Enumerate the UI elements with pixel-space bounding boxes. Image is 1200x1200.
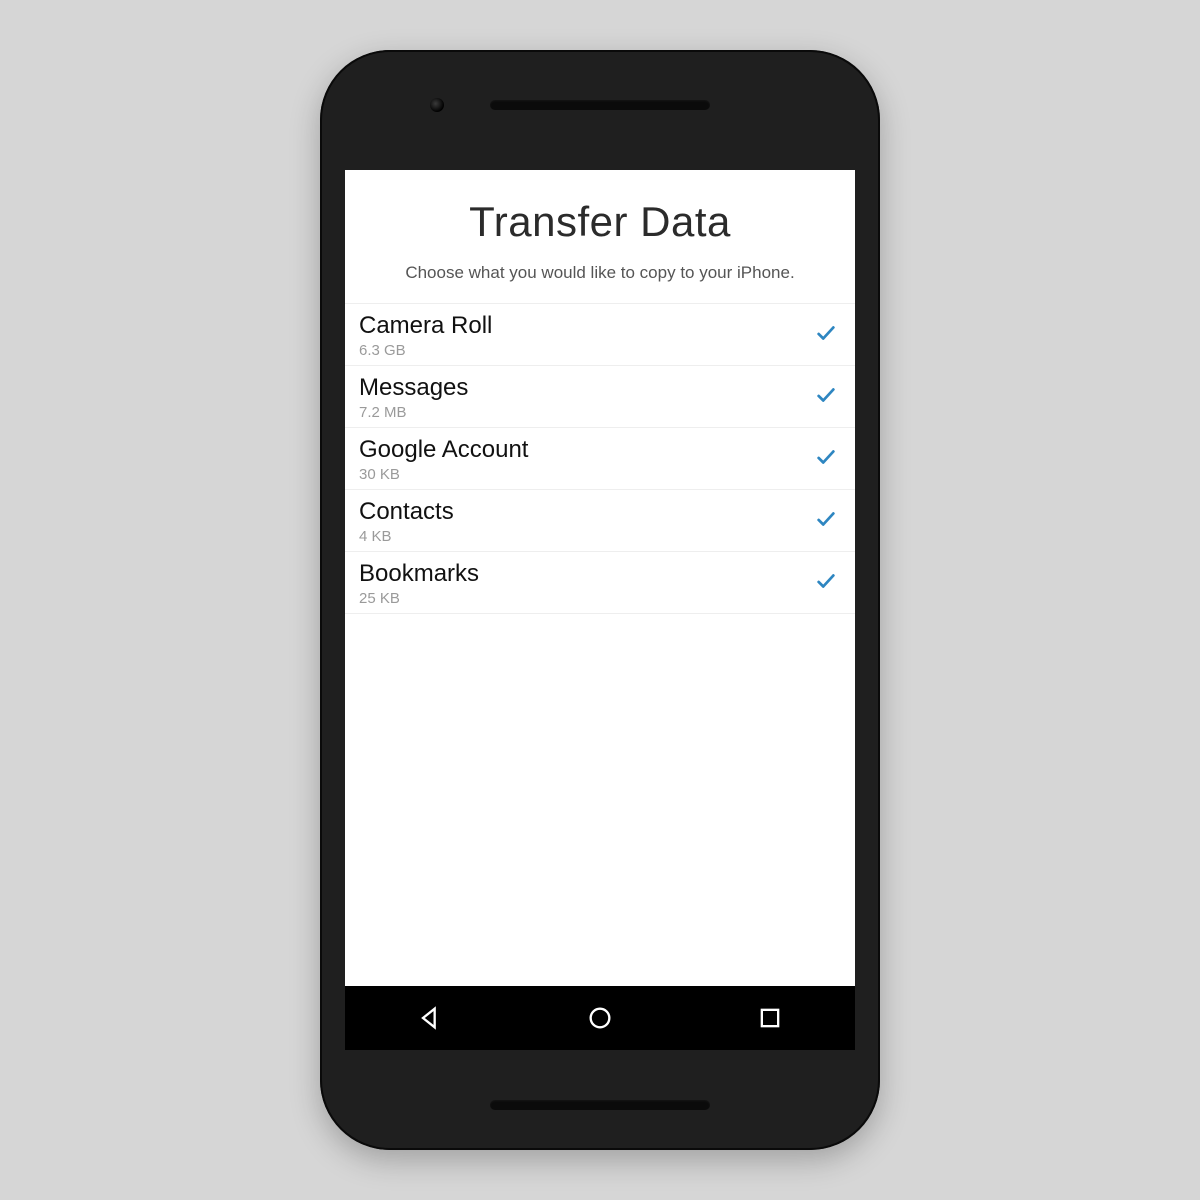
- camera-dot: [430, 98, 444, 112]
- transfer-list[interactable]: Camera Roll 6.3 GB Messages 7.2 MB Google Ac…: [345, 303, 855, 986]
- list-item-text: Google Account 30 KB: [359, 436, 815, 483]
- list-item-label: Bookmarks: [359, 560, 815, 588]
- list-item-text: Messages 7.2 MB: [359, 374, 815, 421]
- page-title: Transfer Data: [365, 198, 835, 246]
- checkmark-icon[interactable]: [815, 322, 837, 349]
- list-item[interactable]: Messages 7.2 MB: [345, 366, 855, 428]
- phone-frame: Transfer Data Choose what you would like…: [320, 50, 880, 1150]
- checkmark-icon[interactable]: [815, 446, 837, 473]
- checkmark-icon[interactable]: [815, 508, 837, 535]
- earpiece-bottom: [490, 1100, 710, 1110]
- list-item[interactable]: Contacts 4 KB: [345, 490, 855, 552]
- home-button[interactable]: [586, 1004, 614, 1032]
- list-item[interactable]: Google Account 30 KB: [345, 428, 855, 490]
- list-item-label: Contacts: [359, 498, 815, 526]
- list-item-label: Google Account: [359, 436, 815, 464]
- list-item-label: Camera Roll: [359, 312, 815, 340]
- triangle-back-icon: [416, 1004, 444, 1032]
- checkmark-icon[interactable]: [815, 570, 837, 597]
- back-button[interactable]: [416, 1004, 444, 1032]
- recents-button[interactable]: [756, 1004, 784, 1032]
- earpiece-top: [490, 100, 710, 110]
- header: Transfer Data Choose what you would like…: [345, 170, 855, 303]
- screen: Transfer Data Choose what you would like…: [345, 170, 855, 1050]
- list-item-label: Messages: [359, 374, 815, 402]
- list-item-size: 6.3 GB: [359, 342, 815, 359]
- circle-home-icon: [586, 1004, 614, 1032]
- checkmark-icon[interactable]: [815, 384, 837, 411]
- page-subtitle: Choose what you would like to copy to yo…: [365, 262, 835, 285]
- list-item-size: 30 KB: [359, 466, 815, 483]
- list-item[interactable]: Bookmarks 25 KB: [345, 552, 855, 614]
- list-item-size: 4 KB: [359, 528, 815, 545]
- list-item-size: 7.2 MB: [359, 404, 815, 421]
- list-item[interactable]: Camera Roll 6.3 GB: [345, 304, 855, 366]
- list-item-text: Bookmarks 25 KB: [359, 560, 815, 607]
- square-recents-icon: [756, 1004, 784, 1032]
- list-item-text: Camera Roll 6.3 GB: [359, 312, 815, 359]
- list-item-text: Contacts 4 KB: [359, 498, 815, 545]
- list-item-size: 25 KB: [359, 590, 815, 607]
- android-navbar: [345, 986, 855, 1050]
